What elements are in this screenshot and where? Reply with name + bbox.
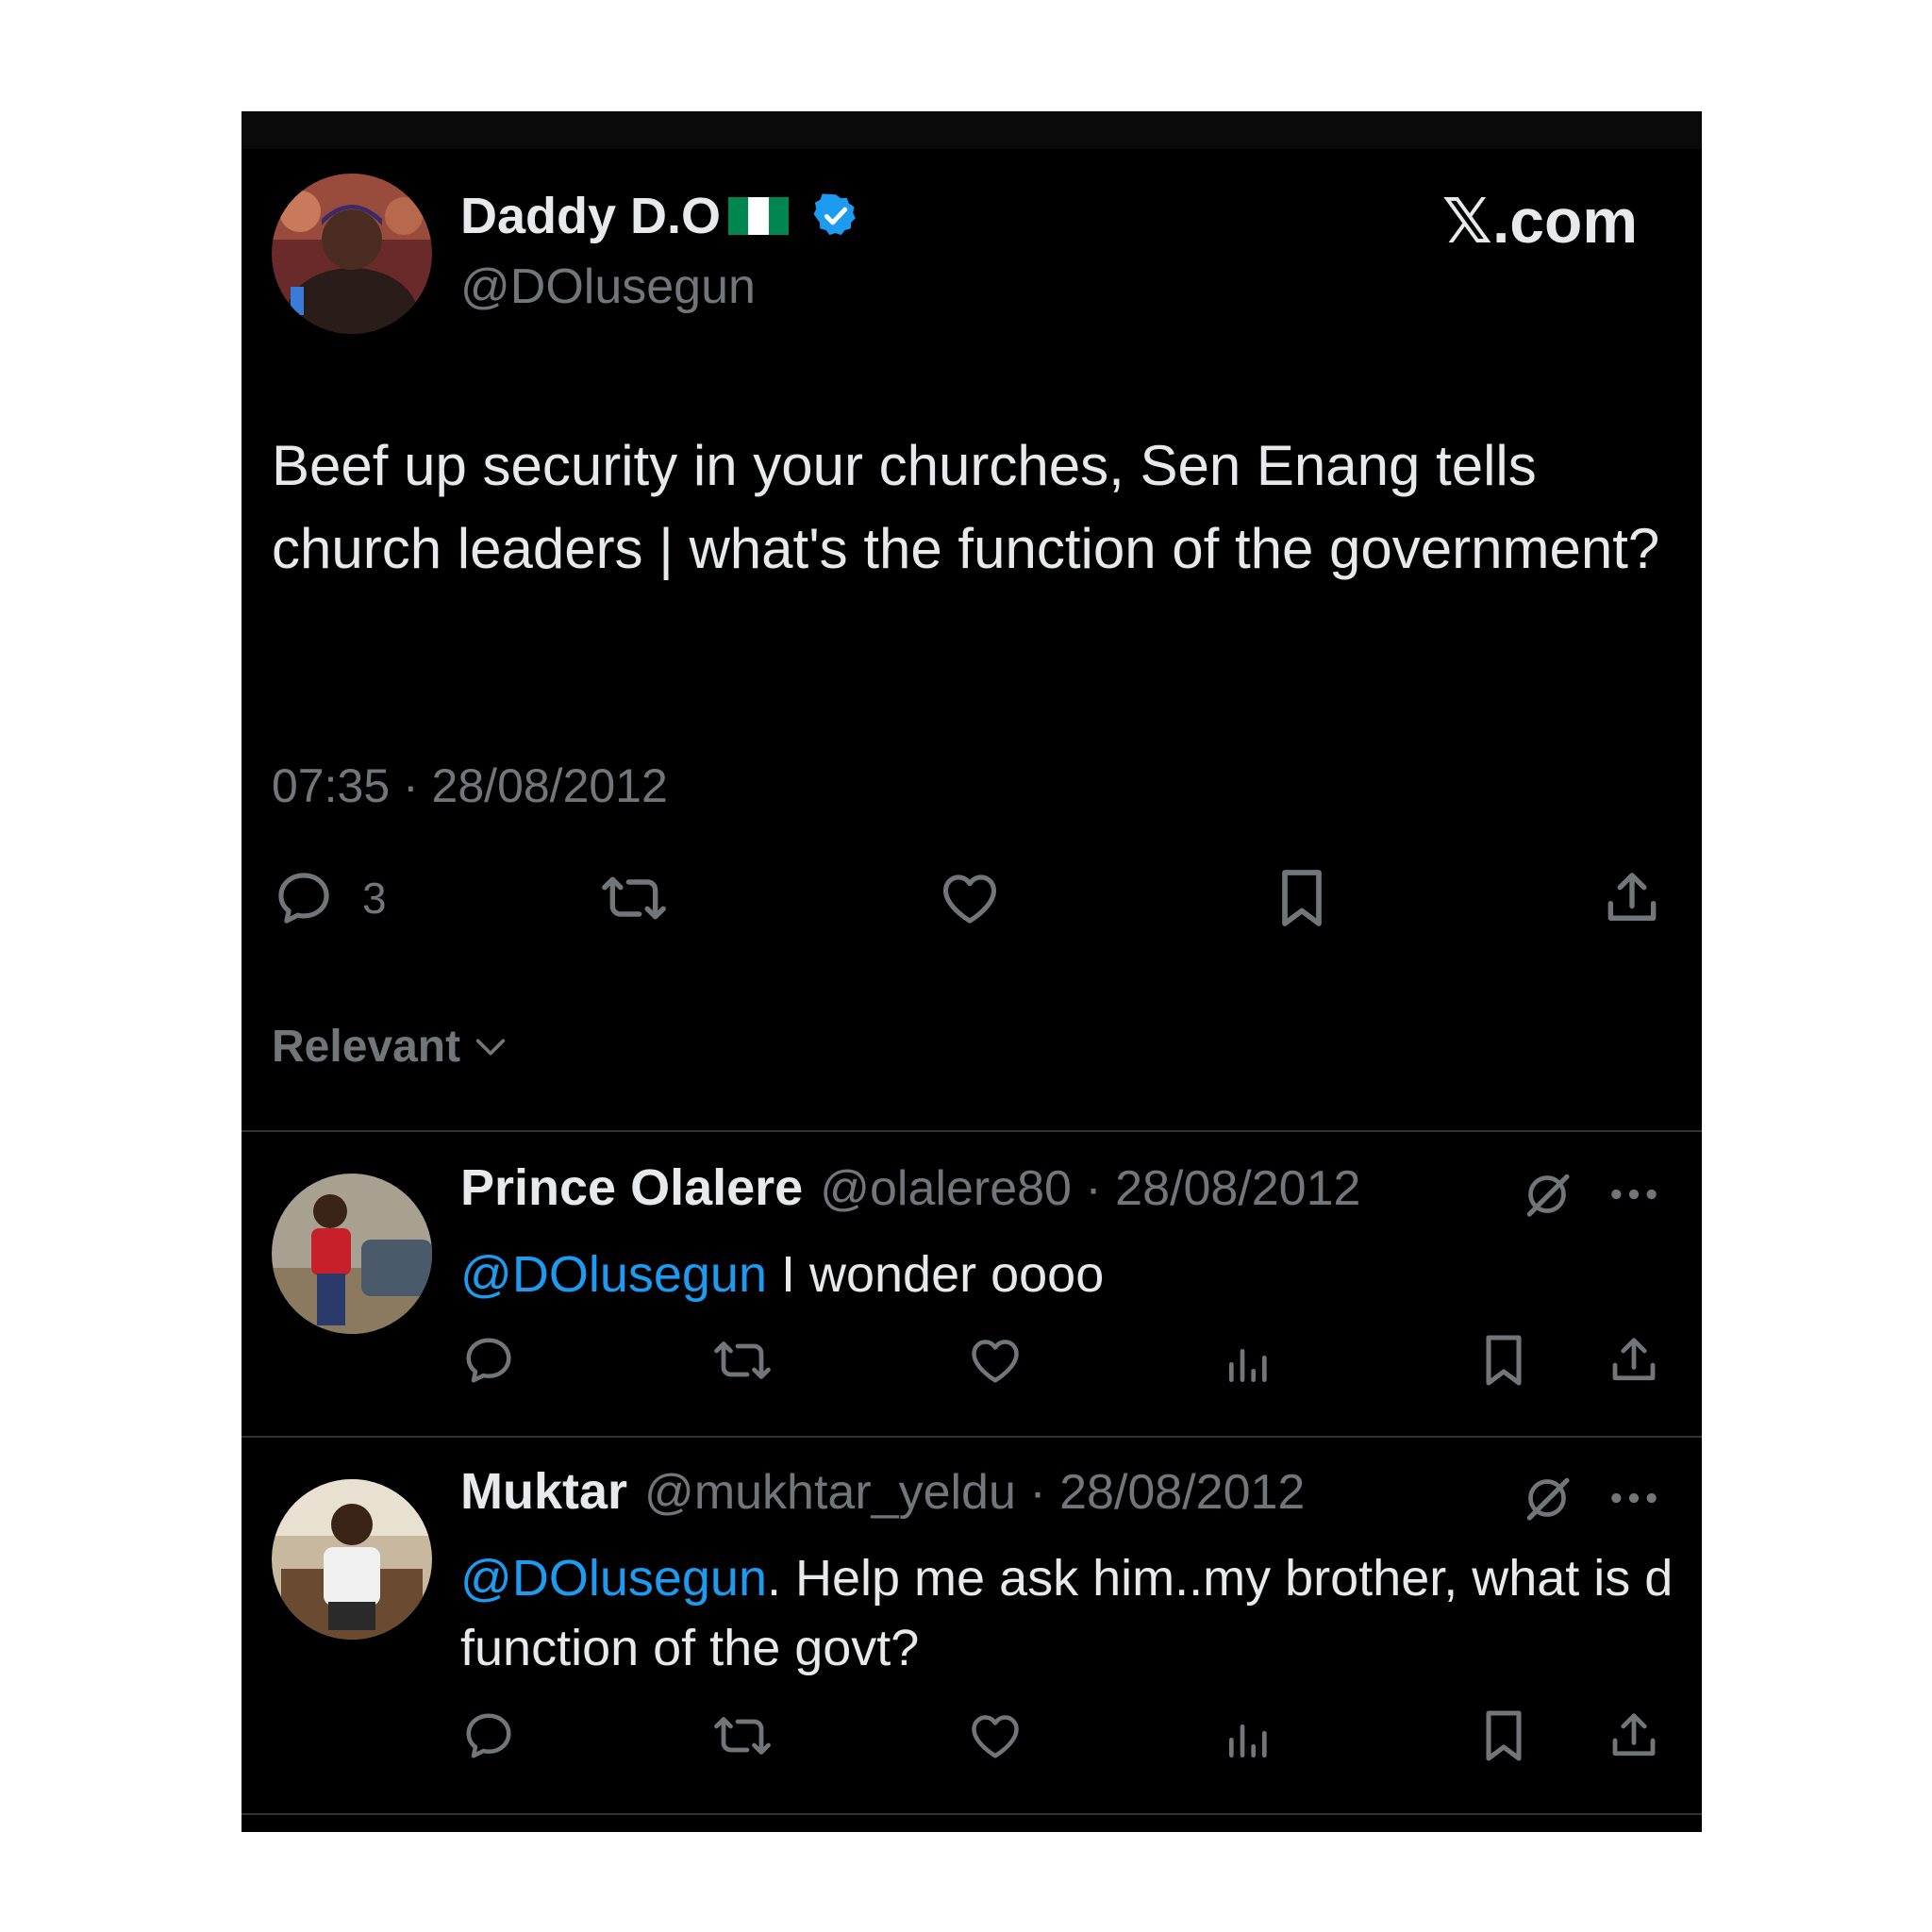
more-icon: [1611, 1492, 1657, 1504]
share-icon: [1607, 873, 1657, 921]
heart-icon: [942, 874, 997, 924]
repost-button[interactable]: [709, 1332, 775, 1389]
share-button[interactable]: [1600, 864, 1664, 932]
avatar-photo: [272, 1479, 432, 1640]
reply-text: @DOlusegun. Help me ask him..my brother,…: [460, 1543, 1677, 1683]
reply-author-avatar[interactable]: [272, 1174, 432, 1334]
heart-icon: [972, 1340, 1019, 1383]
bookmark-button[interactable]: [1477, 1330, 1530, 1391]
like-button[interactable]: [966, 1332, 1024, 1389]
repost-button[interactable]: [709, 1707, 775, 1764]
divider: [242, 1130, 1702, 1132]
reply-author-meta[interactable]: @olalere80 · 28/08/2012: [820, 1160, 1360, 1217]
reply-mention-link[interactable]: @DOlusegun: [460, 1550, 767, 1607]
bookmark-icon: [1282, 870, 1322, 926]
reply-author-name[interactable]: Prince Olalere: [460, 1158, 803, 1217]
grok-button[interactable]: [1521, 1168, 1574, 1221]
reply-header: Muktar @mukhtar_yeldu · 28/08/2012: [460, 1462, 1305, 1521]
views-button[interactable]: [1223, 1709, 1275, 1766]
heart-icon: [972, 1715, 1019, 1758]
x-brand-logo: 𝕏.com: [1441, 186, 1638, 256]
reply-header: Prince Olalere @olalere80 · 28/08/2012: [460, 1158, 1360, 1217]
bookmark-button[interactable]: [1272, 864, 1332, 932]
share-icon: [1612, 1713, 1656, 1757]
verified-badge-icon: [813, 193, 856, 236]
reply-button[interactable]: [460, 1332, 517, 1389]
tweet-screenshot: Daddy D.O @DOlusegun 𝕏.com Beef up secur…: [242, 111, 1702, 1832]
grok-icon: [1526, 1477, 1570, 1521]
share-button[interactable]: [1606, 1330, 1662, 1391]
post-author-handle[interactable]: @DOlusegun: [460, 258, 756, 315]
reply-count: 3: [362, 874, 387, 923]
chevron-down-icon: [475, 1039, 506, 1055]
reply-icon: [466, 1713, 511, 1758]
bookmark-icon: [1486, 1710, 1522, 1761]
post-author-name[interactable]: Daddy D.O: [460, 187, 860, 245]
repost-icon: [714, 1717, 771, 1755]
more-options-button[interactable]: [1607, 1172, 1660, 1217]
post-author-avatar[interactable]: [272, 174, 432, 334]
reply-sort-label: Relevant: [272, 1022, 461, 1072]
more-options-button[interactable]: [1607, 1475, 1660, 1521]
repost-button[interactable]: [596, 866, 672, 930]
reply-button[interactable]: [460, 1707, 517, 1764]
top-bar: [242, 111, 1702, 149]
post-timestamp[interactable]: 07:35 · 28/08/2012: [272, 758, 668, 813]
post-text: Beef up security in your churches, Sen E…: [272, 434, 1660, 580]
reply-mention-link[interactable]: @DOlusegun: [460, 1246, 767, 1303]
like-button[interactable]: [966, 1707, 1024, 1764]
bookmark-icon: [1486, 1335, 1522, 1386]
reply-author-avatar[interactable]: [272, 1479, 432, 1640]
reply-author-name[interactable]: Muktar: [460, 1462, 627, 1521]
avatar-photo: [272, 174, 432, 334]
share-button[interactable]: [1606, 1706, 1662, 1766]
repost-icon: [602, 876, 666, 920]
grok-button[interactable]: [1521, 1472, 1574, 1524]
views-analytics-icon: [1229, 1724, 1267, 1757]
avatar-photo: [272, 1174, 432, 1334]
nigeria-flag-icon: [728, 197, 790, 235]
repost-icon: [714, 1341, 771, 1379]
reply-icon: [278, 873, 329, 924]
reply-sort-dropdown[interactable]: Relevant: [272, 1021, 509, 1073]
reply-author-meta[interactable]: @mukhtar_yeldu · 28/08/2012: [644, 1464, 1305, 1521]
divider: [242, 1436, 1702, 1438]
bookmark-button[interactable]: [1477, 1706, 1530, 1766]
like-button[interactable]: [936, 866, 1004, 930]
more-icon: [1611, 1189, 1657, 1200]
divider: [242, 1813, 1702, 1815]
post-author-name-text: Daddy D.O: [460, 188, 722, 244]
views-button[interactable]: [1223, 1334, 1275, 1391]
reply-icon: [466, 1338, 511, 1383]
reply-text: @DOlusegun I wonder oooo: [460, 1240, 1677, 1309]
share-icon: [1612, 1338, 1656, 1381]
reply-button[interactable]: 3: [272, 866, 387, 930]
reply-text-body: I wonder oooo: [766, 1246, 1105, 1303]
views-analytics-icon: [1229, 1349, 1267, 1382]
grok-icon: [1526, 1174, 1570, 1217]
